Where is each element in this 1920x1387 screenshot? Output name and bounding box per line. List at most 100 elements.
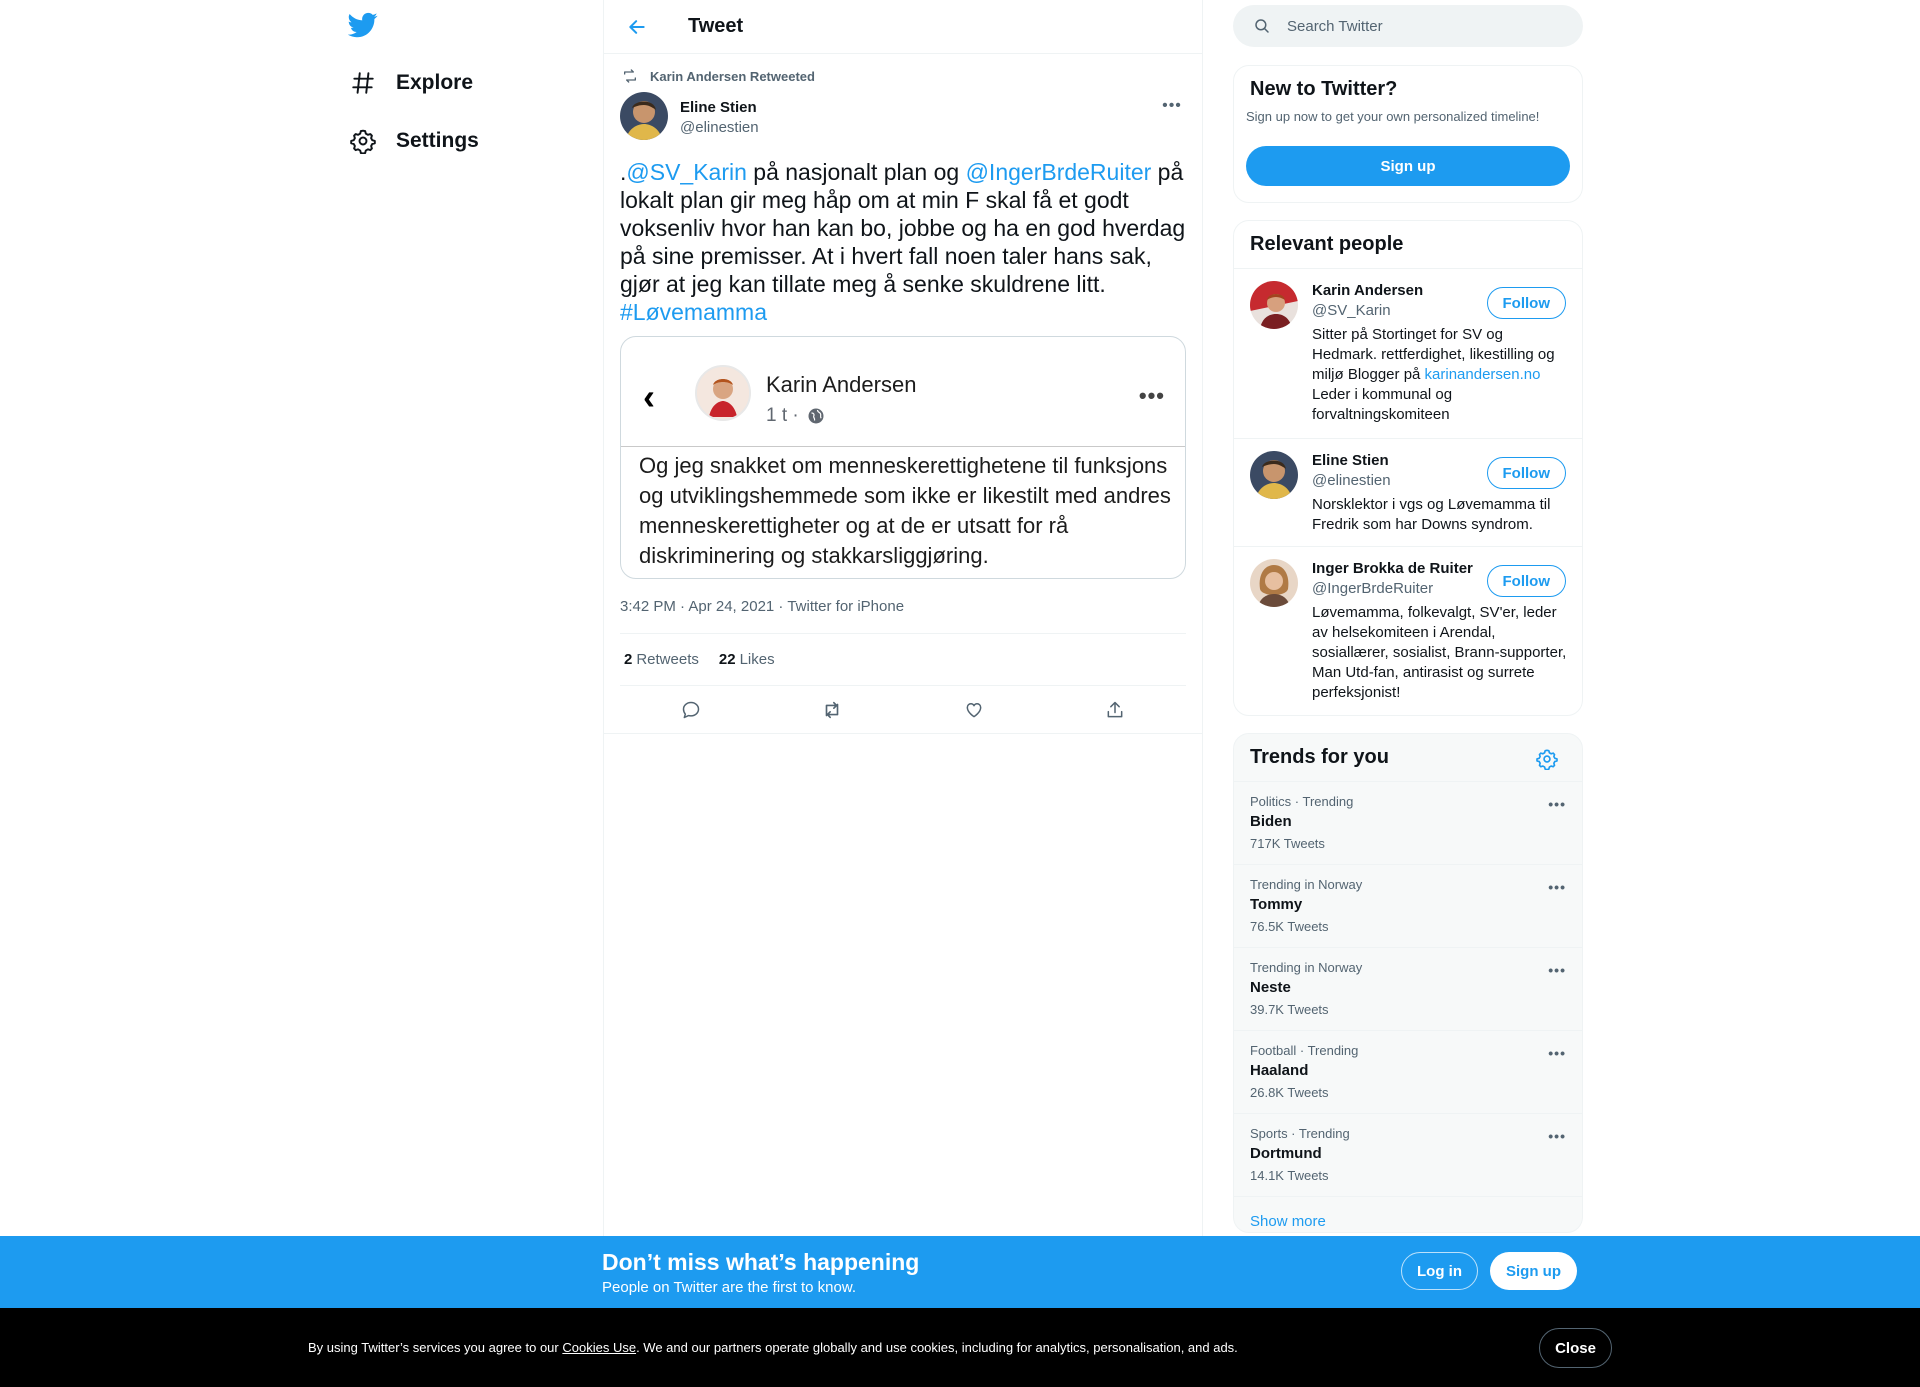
- trend-meta: Sports · Trending: [1250, 1126, 1350, 1141]
- trend-item[interactable]: Sports · Trending Dortmund 14.1K Tweets …: [1234, 1114, 1582, 1197]
- trend-name: Neste: [1250, 979, 1291, 996]
- trends-card: Trends for you Politics · Trending Biden…: [1233, 733, 1583, 1233]
- person-bio-text: Leder i kommunal og forvaltningskomiteen: [1312, 386, 1453, 423]
- avatar[interactable]: [620, 92, 668, 140]
- trend-item[interactable]: Politics · Trending Biden 717K Tweets ••…: [1234, 782, 1582, 865]
- trend-count: 26.8K Tweets: [1250, 1085, 1329, 1100]
- new-to-twitter-card: New to Twitter? Sign up now to get your …: [1233, 65, 1583, 203]
- person-bio: Sitter på Stortinget for SV og Hedmark. …: [1312, 325, 1572, 425]
- twitter-bird-icon[interactable]: [347, 10, 380, 42]
- trend-name: Tommy: [1250, 896, 1303, 913]
- cookie-text-before: By using Twitter’s services you agree to…: [308, 1340, 563, 1355]
- avatar[interactable]: [1250, 559, 1298, 607]
- reply-icon[interactable]: [674, 693, 708, 727]
- likes-label: Likes: [739, 651, 775, 668]
- likes-count: 22: [718, 651, 736, 668]
- tweet-actions: [604, 686, 1202, 734]
- trend-meta: Politics · Trending: [1250, 794, 1354, 809]
- retweeted-by-label[interactable]: Karin Andersen Retweeted: [650, 69, 815, 84]
- nav-label-settings: Settings: [396, 129, 479, 152]
- media-body-text: Og jeg snakket om menneskerettighetene t…: [639, 453, 1171, 568]
- nav-label-explore: Explore: [396, 71, 474, 94]
- hashtag-icon: [348, 68, 378, 98]
- person-item[interactable]: Karin Andersen @SV_Karin Sitter på Stort…: [1234, 269, 1582, 439]
- more-options-icon[interactable]: •••: [1548, 1128, 1566, 1144]
- retweet-icon: [620, 67, 640, 85]
- search-input[interactable]: [1287, 17, 1567, 35]
- back-button[interactable]: [620, 10, 654, 44]
- nav-item-settings[interactable]: Settings: [348, 119, 479, 163]
- trend-item[interactable]: Trending in Norway Tommy 76.5K Tweets ••…: [1234, 865, 1582, 948]
- tweet-author: Eline Stien @elinestien •••: [620, 92, 1186, 142]
- follow-button[interactable]: Follow: [1486, 457, 1566, 489]
- tweet-timestamp[interactable]: 3:42 PM · Apr 24, 2021 · Twitter for iPh…: [620, 597, 1186, 617]
- more-options-icon[interactable]: •••: [1158, 96, 1186, 116]
- person-bio: Løvemamma, folkevalgt, SV'er, leder av h…: [1312, 604, 1567, 701]
- log-in-button[interactable]: Log in: [1401, 1252, 1478, 1290]
- tweet-text: .@SV_Karin på nasjonalt plan og @IngerBr…: [620, 158, 1190, 326]
- trend-count: 717K Tweets: [1250, 836, 1325, 851]
- more-options-icon[interactable]: •••: [1548, 962, 1566, 978]
- banner-title: Don’t miss what’s happening: [602, 1249, 920, 1275]
- sidebar-sign-up-button[interactable]: Sign up: [1246, 146, 1570, 186]
- retweet-context: Karin Andersen Retweeted: [620, 66, 1186, 86]
- media-more-icon: •••: [1138, 383, 1165, 408]
- more-options-icon[interactable]: •••: [1548, 879, 1566, 895]
- page-title: Tweet: [688, 15, 744, 37]
- author-handle[interactable]: @elinestien: [680, 118, 759, 138]
- new-to-twitter-title: New to Twitter?: [1250, 78, 1398, 100]
- retweets-label: Retweets: [636, 651, 699, 668]
- tweet-text-part: på nasjonalt plan og: [746, 159, 966, 185]
- search-bar[interactable]: [1233, 5, 1583, 47]
- globe-icon: [808, 408, 824, 424]
- retweet-icon[interactable]: [815, 693, 849, 727]
- hashtag-link[interactable]: #Løvemamma: [620, 299, 767, 325]
- new-to-twitter-subtitle: Sign up now to get your own personalized…: [1246, 109, 1540, 124]
- tweet-stats: 2 Retweets 22 Likes: [620, 633, 1186, 686]
- header: Tweet: [604, 0, 1202, 54]
- trend-count: 76.5K Tweets: [1250, 919, 1329, 934]
- trend-item[interactable]: Football · Trending Haaland 26.8K Tweets…: [1234, 1031, 1582, 1114]
- like-heart-icon[interactable]: [957, 693, 991, 727]
- trend-item[interactable]: Trending in Norway Neste 39.7K Tweets ••…: [1234, 948, 1582, 1031]
- trend-count: 14.1K Tweets: [1250, 1168, 1329, 1183]
- media-time-text: 1 t ·: [766, 405, 799, 426]
- trend-meta: Trending in Norway: [1250, 877, 1363, 892]
- retweets-stat[interactable]: 2 Retweets: [624, 651, 699, 668]
- cookies-use-link[interactable]: Cookies Use: [562, 1340, 636, 1355]
- author-name[interactable]: Eline Stien: [680, 98, 759, 118]
- media-header: ‹ Karin Andersen 1 t · •••: [621, 337, 1185, 447]
- mention-link[interactable]: @SV_Karin: [626, 159, 747, 185]
- sign-up-button[interactable]: Sign up: [1490, 1252, 1577, 1290]
- tweet-media-image[interactable]: ‹ Karin Andersen 1 t · ••• Og jeg snakke…: [620, 336, 1186, 579]
- cookie-bar: By using Twitter’s services you agree to…: [0, 1308, 1920, 1387]
- cookie-text: By using Twitter’s services you agree to…: [308, 1340, 1238, 1355]
- trends-title: Trends for you: [1234, 734, 1582, 782]
- follow-button[interactable]: Follow: [1486, 565, 1566, 597]
- media-author-name: Karin Andersen: [766, 372, 917, 397]
- nav-item-explore[interactable]: Explore: [348, 61, 473, 105]
- follow-button[interactable]: Follow: [1486, 287, 1566, 319]
- arrow-left-icon: [629, 19, 645, 34]
- avatar[interactable]: [1250, 451, 1298, 499]
- banner-subtitle: People on Twitter are the first to know.: [602, 1279, 857, 1296]
- close-cookie-button[interactable]: Close: [1539, 1328, 1612, 1368]
- more-options-icon[interactable]: •••: [1548, 796, 1566, 812]
- mention-link[interactable]: @IngerBrdeRuiter: [966, 159, 1152, 185]
- likes-stat[interactable]: 22 Likes: [719, 651, 775, 668]
- trend-meta: Football · Trending: [1250, 1043, 1359, 1058]
- media-time: 1 t ·: [766, 405, 825, 427]
- tweet: Karin Andersen Retweeted Eline Stien @el…: [604, 66, 1202, 734]
- more-options-icon[interactable]: •••: [1548, 1045, 1566, 1061]
- share-icon[interactable]: [1098, 693, 1132, 727]
- gear-icon: [348, 126, 378, 156]
- avatar[interactable]: [1250, 281, 1298, 329]
- person-item[interactable]: Eline Stien @elinestien Norsklektor i vg…: [1234, 439, 1582, 547]
- person-item[interactable]: Inger Brokka de Ruiter @IngerBrdeRuiter …: [1234, 547, 1582, 715]
- main-column: Tweet Karin Andersen Retweeted Eline Sti…: [603, 0, 1203, 1240]
- trend-meta: Trending in Norway: [1250, 960, 1363, 975]
- signup-banner: Don’t miss what’s happening People on Tw…: [0, 1236, 1920, 1308]
- bio-link[interactable]: karinandersen.no: [1425, 366, 1541, 383]
- trend-count: 39.7K Tweets: [1250, 1002, 1329, 1017]
- gear-icon[interactable]: [1536, 748, 1558, 771]
